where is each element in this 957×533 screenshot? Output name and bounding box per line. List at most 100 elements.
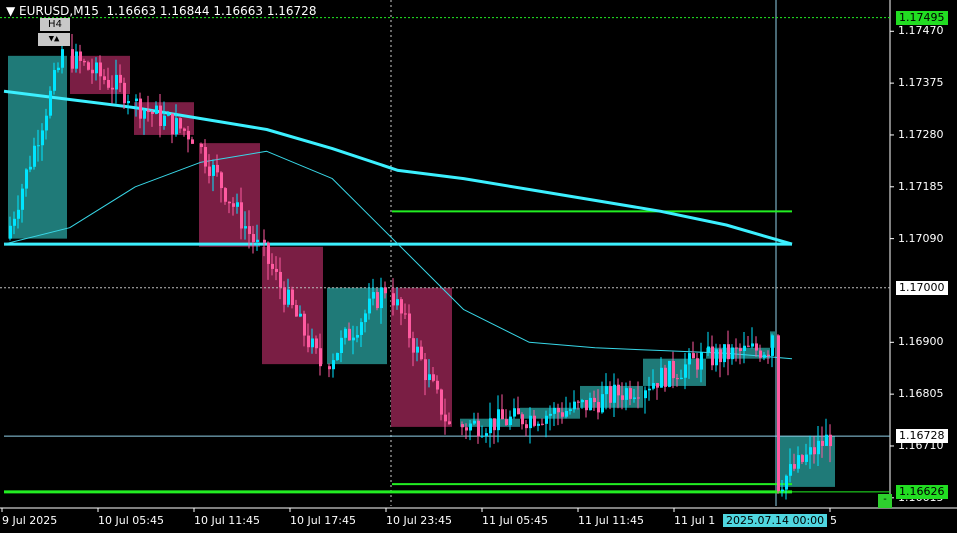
time-tick-label: 5 (830, 514, 837, 527)
header-triangle-icon: ▼ (6, 4, 20, 18)
m15-candle-body (821, 440, 824, 446)
m15-candle-body (771, 335, 774, 356)
m15-candle-body (299, 313, 302, 317)
m15-candle-body (448, 421, 451, 425)
m15-candle-body (179, 118, 182, 129)
open-price: 1.16663 (106, 4, 157, 18)
chart-window[interactable]: ▼ EURUSD,M15 1.16663 1.16844 1.16663 1.1… (0, 0, 957, 533)
m15-candle-body (392, 293, 395, 306)
m15-candle-body (41, 130, 44, 146)
m15-candle-body (569, 409, 572, 411)
m15-candle-body (461, 424, 464, 428)
m15-candle-body (183, 128, 186, 131)
timeframe-nav-buttons[interactable]: ▼▲ (38, 33, 70, 46)
close-price: 1.16728 (266, 4, 317, 18)
m15-candle-body (537, 423, 540, 426)
m15-candle-body (61, 49, 64, 68)
m15-candle-body (648, 388, 651, 391)
m15-candle-body (236, 202, 239, 207)
m15-candle-body (692, 353, 695, 359)
m15-candle-body (751, 343, 754, 347)
time-tick-label: 11 Jul 05:45 (482, 514, 548, 527)
m15-candle-body (83, 60, 86, 63)
m15-candle-body (408, 313, 411, 339)
crosshair-time-label: 2025.07.14 00:00 (723, 514, 828, 527)
m15-candle-body (115, 74, 118, 90)
m15-candle-body (621, 395, 624, 400)
m15-candle-body (428, 374, 431, 381)
price-chart-canvas[interactable] (0, 0, 957, 533)
m15-candle-body (360, 322, 363, 335)
m15-candle-body (465, 427, 468, 431)
m15-candle-body (271, 263, 274, 269)
m15-candle-body (404, 313, 407, 315)
m15-candle-body (668, 360, 671, 387)
time-tick-label: 10 Jul 05:45 (98, 514, 164, 527)
m15-candle-body (147, 110, 150, 113)
m15-candle-body (585, 400, 588, 411)
m15-candle-body (151, 112, 154, 114)
m15-candle-body (295, 305, 298, 317)
m15-candle-body (111, 87, 114, 90)
m15-candle-body (501, 409, 504, 420)
m15-candle-body (248, 226, 251, 235)
m15-candle-body (9, 225, 12, 239)
m15-candle-body (589, 397, 592, 411)
m15-candle-body (135, 98, 138, 102)
m15-candle-body (637, 397, 640, 399)
low-price: 1.16663 (213, 4, 263, 18)
m15-candle-body (143, 110, 146, 119)
m15-candle-body (200, 143, 203, 148)
m15-candle-body (267, 242, 270, 264)
m15-candle-body (17, 209, 20, 219)
minimize-button[interactable]: - (878, 494, 892, 508)
m15-candle-body (801, 455, 804, 462)
m15-candle-body (240, 202, 243, 229)
m15-candle-body (204, 147, 207, 167)
time-tick-label: 10 Jul 17:45 (290, 514, 356, 527)
m15-candle-body (21, 188, 24, 210)
m15-candle-body (700, 352, 703, 370)
m15-candle-body (759, 350, 762, 358)
m15-candle-body (376, 292, 379, 309)
ma-slow-line (3, 89, 793, 246)
timeframe-box[interactable]: H4 (40, 18, 70, 31)
m15-candle-body (593, 397, 596, 403)
symbol-name: EURUSD,M15 (19, 4, 99, 18)
m15-candle-body (617, 384, 620, 396)
m15-candle-body (601, 394, 604, 413)
m15-candle-body (664, 367, 667, 387)
m15-candle-body (813, 447, 816, 455)
m15-candle-body (119, 74, 122, 83)
m15-candle-body (208, 166, 211, 176)
m15-candle-body (287, 289, 290, 305)
high-price: 1.16844 (159, 4, 210, 18)
m15-candle-body (220, 172, 223, 189)
m15-candle-body (797, 455, 800, 469)
m15-candle-body (477, 420, 480, 437)
m15-candle-body (743, 345, 746, 352)
m15-candle-body (87, 62, 90, 70)
m15-candle-body (91, 69, 94, 74)
m15-candle-body (577, 401, 580, 403)
m15-candle-body (256, 239, 259, 242)
m15-candle-body (303, 313, 306, 336)
m15-candle-body (707, 346, 710, 353)
price-tick-label: 1.16900 (898, 335, 944, 349)
m15-candle-body (444, 414, 447, 422)
m15-candle-body (731, 347, 734, 360)
m15-candle-body (187, 130, 190, 140)
m15-candle-body (781, 489, 784, 492)
m15-candle-body (676, 378, 679, 380)
m15-candle-body (789, 464, 792, 476)
m15-candle-body (412, 338, 415, 353)
m15-candle-body (715, 349, 718, 366)
m15-candle-body (71, 49, 74, 69)
m15-candle-body (212, 164, 215, 176)
m15-candle-body (656, 383, 659, 388)
m15-candle-body (171, 113, 174, 135)
m15-candle-body (283, 287, 286, 305)
m15-candle-body (244, 226, 247, 229)
m15-candle-body (167, 113, 170, 116)
m15-candle-body (719, 349, 722, 363)
